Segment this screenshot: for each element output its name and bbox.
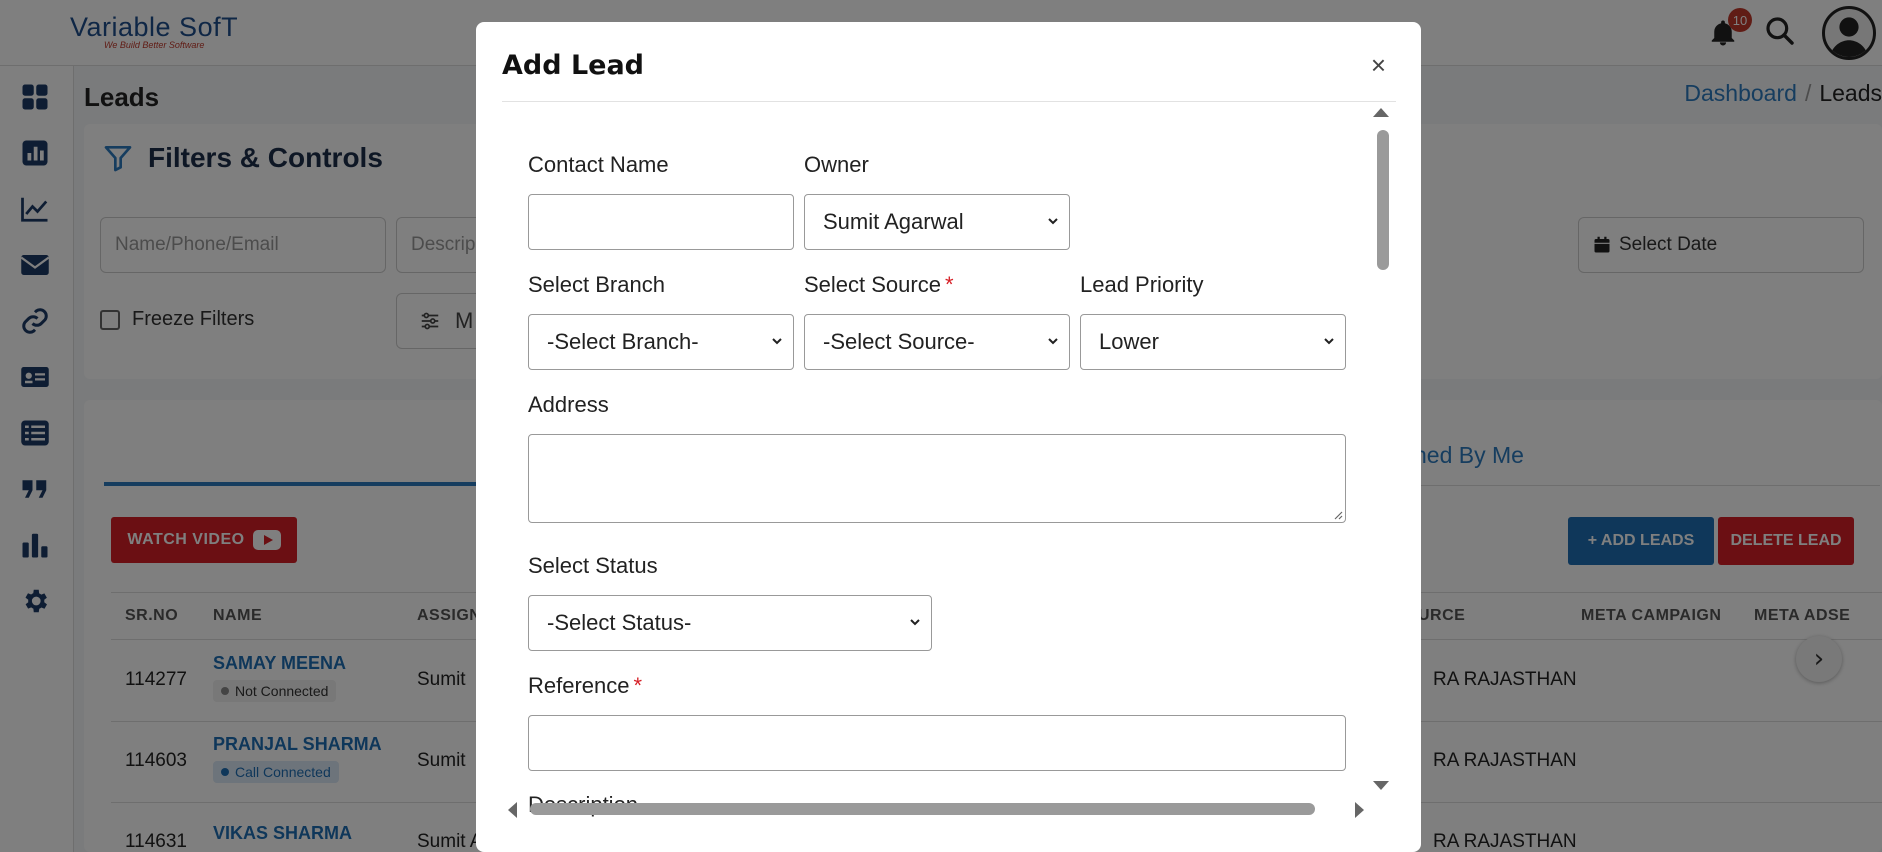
priority-selected-value: Lower bbox=[1099, 329, 1159, 354]
branch-label: Select Branch bbox=[528, 272, 665, 297]
reference-label-text: Reference bbox=[528, 673, 630, 698]
contact-name-input[interactable] bbox=[528, 194, 794, 250]
scroll-down-arrow-icon[interactable] bbox=[1373, 781, 1389, 790]
chevron-down-icon bbox=[1324, 338, 1334, 345]
source-label-text: Select Source bbox=[804, 272, 941, 297]
vertical-scrollbar-thumb[interactable] bbox=[1377, 130, 1389, 270]
owner-label: Owner bbox=[804, 152, 869, 177]
required-mark: * bbox=[633, 673, 643, 698]
branch-selected-value: -Select Branch- bbox=[547, 329, 699, 354]
status-select[interactable]: -Select Status- bbox=[528, 595, 932, 651]
required-mark: * bbox=[944, 272, 954, 297]
chevron-down-icon bbox=[910, 619, 920, 626]
source-select[interactable]: -Select Source- bbox=[804, 314, 1070, 370]
priority-label: Lead Priority bbox=[1080, 272, 1204, 297]
status-selected-value: -Select Status- bbox=[547, 610, 692, 635]
horizontal-scrollbar-thumb[interactable] bbox=[530, 803, 1315, 815]
owner-selected-value: Sumit Agarwal bbox=[823, 209, 964, 234]
owner-select[interactable]: Sumit Agarwal bbox=[804, 194, 1070, 250]
resize-handle-icon[interactable] bbox=[1331, 508, 1343, 520]
modal-title: Add Lead bbox=[502, 50, 645, 81]
scroll-right-arrow-icon[interactable] bbox=[1355, 802, 1364, 818]
source-label: Select Source * bbox=[804, 272, 954, 298]
add-lead-modal: Add Lead × Contact Name Owner Sumit Agar… bbox=[476, 22, 1421, 852]
source-selected-value: -Select Source- bbox=[823, 329, 975, 354]
scroll-up-arrow-icon[interactable] bbox=[1373, 108, 1389, 117]
modal-body: Contact Name Owner Sumit Agarwal Select … bbox=[502, 106, 1397, 818]
branch-select[interactable]: -Select Branch- bbox=[528, 314, 794, 370]
chevron-down-icon bbox=[1048, 338, 1058, 345]
chevron-down-icon bbox=[772, 338, 782, 345]
chevron-down-icon bbox=[1048, 218, 1058, 225]
reference-label: Reference * bbox=[528, 673, 642, 699]
address-label: Address bbox=[528, 392, 609, 417]
reference-input[interactable] bbox=[528, 715, 1346, 771]
status-label: Select Status bbox=[528, 553, 658, 578]
contact-name-label: Contact Name bbox=[528, 152, 669, 177]
address-textarea[interactable] bbox=[528, 434, 1346, 523]
priority-select[interactable]: Lower bbox=[1080, 314, 1346, 370]
scroll-left-arrow-icon[interactable] bbox=[508, 802, 517, 818]
modal-header: Add Lead × bbox=[502, 22, 1396, 102]
close-icon[interactable]: × bbox=[1371, 52, 1386, 78]
